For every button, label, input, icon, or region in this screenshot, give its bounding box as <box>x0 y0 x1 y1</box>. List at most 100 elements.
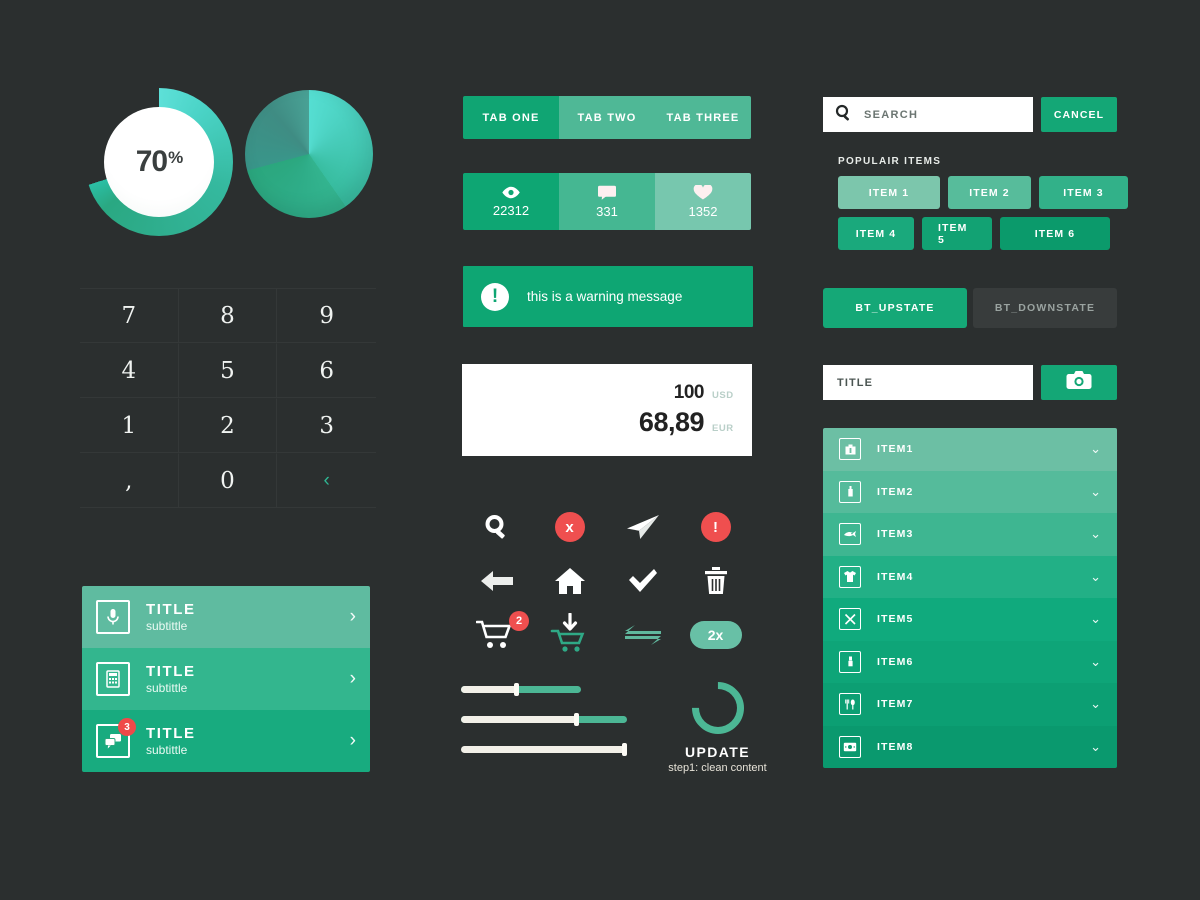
accordion-row-item1[interactable]: ITEM1 ⌄ <box>823 428 1117 471</box>
tab-two[interactable]: TAB TWO <box>559 96 655 139</box>
numeric-keypad[interactable]: 7 8 9 4 5 6 1 2 3 , 0 ‹ <box>80 288 376 508</box>
popular-item-1[interactable]: ITEM 1 <box>838 176 940 209</box>
chevron-down-icon[interactable]: ⌄ <box>1090 484 1101 500</box>
popular-item-5[interactable]: ITEM 5 <box>922 217 992 250</box>
charts-group: 70% <box>80 88 390 248</box>
stats-bar: 22312 331 1352 <box>463 173 751 230</box>
keypad-key-2[interactable]: 2 <box>178 398 278 453</box>
accordion-row-item4[interactable]: ITEM4 ⌄ <box>823 555 1117 598</box>
keypad-key-4[interactable]: 4 <box>80 343 179 398</box>
stat-comments[interactable]: 331 <box>559 173 655 230</box>
stat-likes[interactable]: 1352 <box>655 173 751 230</box>
accordion-row-item3[interactable]: ITEM3 ⌄ <box>823 513 1117 556</box>
list-item-text: TITLE subtittle <box>146 602 350 632</box>
popular-items-group: POPULAIR ITEMS ITEM 1 ITEM 2 ITEM 3 ITEM… <box>838 156 1128 250</box>
speed-2x-icon[interactable]: 2x <box>679 608 752 662</box>
notification-badge: 3 <box>118 718 136 736</box>
title-input[interactable]: TITLE <box>823 365 1033 400</box>
tab-three[interactable]: TAB THREE <box>655 96 751 139</box>
bottle-icon <box>839 480 861 503</box>
home-icon[interactable] <box>533 554 606 608</box>
accordion-label: ITEM8 <box>877 740 914 753</box>
tshirt-icon <box>839 565 861 588</box>
keypad-key-1[interactable]: 1 <box>80 398 179 453</box>
close-icon-glyph: x <box>554 512 585 542</box>
slider-three[interactable] <box>461 743 631 756</box>
title-input-value: TITLE <box>837 376 874 389</box>
chevron-down-icon[interactable]: ⌄ <box>1090 696 1101 712</box>
exclamation-icon: ! <box>481 282 509 311</box>
accordion-row-item8[interactable]: ITEM8 ⌄ <box>823 725 1117 768</box>
accordion-row-item7[interactable]: ITEM7 ⌄ <box>823 683 1117 726</box>
keypad-key-6[interactable]: 6 <box>277 343 376 398</box>
stat-comments-value: 331 <box>596 203 618 219</box>
camera-button[interactable] <box>1041 365 1117 400</box>
slider-one-handle[interactable] <box>514 683 519 696</box>
chevron-down-icon[interactable]: ⌄ <box>1090 526 1101 542</box>
arrow-left-icon[interactable] <box>460 554 533 608</box>
chevron-right-icon[interactable]: › <box>350 668 356 690</box>
close-circle-icon[interactable]: x <box>533 500 606 554</box>
list-item-text: TITLE subtittle <box>146 664 350 694</box>
popular-item-3[interactable]: ITEM 3 <box>1039 176 1128 209</box>
search-input[interactable]: SEARCH <box>823 97 1033 132</box>
accordion-row-item2[interactable]: ITEM2 ⌄ <box>823 470 1117 513</box>
chevron-down-icon[interactable]: ⌄ <box>1090 569 1101 585</box>
donut-unit: % <box>168 147 183 167</box>
refresh-ring-icon <box>680 671 755 745</box>
stat-views[interactable]: 22312 <box>463 173 559 230</box>
keypad-key-9[interactable]: 9 <box>277 288 376 343</box>
accordion-row-item5[interactable]: ITEM5 ⌄ <box>823 598 1117 641</box>
list-item[interactable]: TITLE subtittle › <box>82 586 370 648</box>
popular-item-2[interactable]: ITEM 2 <box>948 176 1031 209</box>
cart-badge-icon[interactable]: 2 <box>460 608 533 662</box>
accordion-row-item6[interactable]: ITEM6 ⌄ <box>823 640 1117 683</box>
popular-item-6[interactable]: ITEM 6 <box>1000 217 1110 250</box>
state-buttons: BT_UPSTATE BT_DOWNSTATE <box>823 288 1117 328</box>
accordion-label: ITEM6 <box>877 655 914 668</box>
slider-two[interactable] <box>461 713 631 726</box>
cart-count-badge: 2 <box>509 611 529 631</box>
chevron-down-icon[interactable]: ⌄ <box>1090 739 1101 755</box>
stat-views-value: 22312 <box>492 202 530 218</box>
price-currency-eur: EUR <box>712 423 734 434</box>
popular-items-label: POPULAIR ITEMS <box>838 156 942 167</box>
trash-icon[interactable] <box>679 554 752 608</box>
tab-bar: TAB ONE TAB TWO TAB THREE <box>463 96 751 139</box>
cutlery-icon <box>839 693 861 716</box>
chevron-right-icon[interactable]: › <box>350 606 356 628</box>
slider-two-handle[interactable] <box>574 713 579 726</box>
keypad-key-3[interactable]: 3 <box>277 398 376 453</box>
alert-circle-icon[interactable]: ! <box>679 500 752 554</box>
slider-three-handle[interactable] <box>622 743 627 756</box>
keypad-key-comma[interactable]: , <box>80 453 179 508</box>
keypad-key-8[interactable]: 8 <box>178 288 278 343</box>
stat-likes-value: 1352 <box>688 203 718 219</box>
accordion-list: ITEM1 ⌄ ITEM2 ⌄ ITEM3 ⌄ ITEM4 ⌄ ITEM5 ⌄ … <box>823 428 1117 768</box>
check-icon[interactable] <box>606 554 679 608</box>
bt-downstate-button[interactable]: BT_DOWNSTATE <box>973 288 1117 328</box>
keypad-key-7[interactable]: 7 <box>80 288 179 343</box>
slider-one[interactable] <box>461 683 631 696</box>
price-amount-eur: 68,89 <box>638 407 705 437</box>
keypad-key-0[interactable]: 0 <box>178 453 278 508</box>
fish-icon <box>839 523 861 546</box>
bt-upstate-button[interactable]: BT_UPSTATE <box>823 288 967 328</box>
search-icon[interactable] <box>460 500 533 554</box>
chevron-down-icon[interactable]: ⌄ <box>1090 654 1101 670</box>
keypad-key-5[interactable]: 5 <box>178 343 278 398</box>
send-icon[interactable] <box>606 500 679 554</box>
list-item-subtitle: subtittle <box>146 619 188 633</box>
chevron-right-icon[interactable]: › <box>350 730 356 752</box>
swap-icon[interactable] <box>606 608 679 662</box>
list-item[interactable]: 3 TITLE subtittle › <box>82 710 370 772</box>
speed-2x-label: 2x <box>689 621 742 649</box>
cancel-button[interactable]: CANCEL <box>1041 97 1117 132</box>
cart-download-icon[interactable] <box>533 608 606 662</box>
chevron-down-icon[interactable]: ⌄ <box>1090 611 1101 627</box>
tab-one[interactable]: TAB ONE <box>463 96 559 139</box>
chevron-down-icon[interactable]: ⌄ <box>1090 441 1101 457</box>
keypad-backspace-icon[interactable]: ‹ <box>277 453 376 508</box>
list-item[interactable]: TITLE subtittle › <box>82 648 370 710</box>
popular-item-4[interactable]: ITEM 4 <box>838 217 914 250</box>
